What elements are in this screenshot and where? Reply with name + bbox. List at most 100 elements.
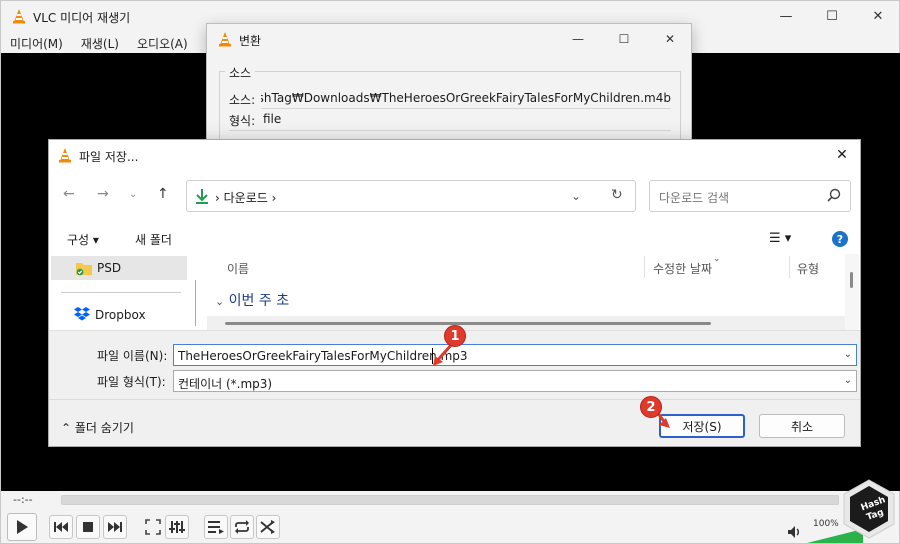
close-button[interactable]: ✕ — [855, 1, 900, 31]
convert-minimize-button[interactable]: — — [555, 24, 601, 54]
horizontal-scrollbar[interactable] — [207, 316, 847, 330]
chevron-down-icon: ⌄ — [215, 295, 225, 308]
menu-media[interactable]: 미디어(M) — [1, 31, 72, 53]
new-folder-button[interactable]: 새 폴더 — [135, 231, 172, 248]
loop-icon — [235, 520, 249, 534]
shuffle-icon — [260, 520, 275, 534]
download-icon — [196, 189, 208, 204]
group-header[interactable]: ⌄ 이번 주 초 — [215, 290, 289, 310]
menu-audio[interactable]: 오디오(A) — [128, 31, 197, 53]
equalizer-icon — [169, 521, 185, 533]
hashtag-logo-icon: Hash Tag — [843, 479, 895, 539]
refresh-icon[interactable]: ↻ — [611, 187, 623, 203]
previous-button[interactable] — [49, 515, 73, 539]
save-dialog-title: 파일 저장... — [79, 150, 139, 164]
navigation-buttons: ← → ⌄ ↑ — [57, 180, 187, 212]
speaker-icon[interactable] — [787, 525, 803, 539]
shuffle-button[interactable] — [256, 515, 280, 539]
elapsed-time: --:-- — [13, 493, 33, 506]
nav-item-label: PSD — [97, 261, 122, 275]
breadcrumb[interactable]: › 다운로드 › — [215, 189, 276, 206]
maximize-button[interactable]: ☐ — [809, 1, 855, 31]
search-icon — [827, 188, 841, 202]
annotation-badge-1: 1 — [444, 325, 466, 347]
caret-down-icon: ▾ — [784, 231, 792, 246]
column-type[interactable]: 유형 — [797, 260, 819, 277]
hide-folders-label: 폴더 숨기기 — [74, 421, 134, 435]
seek-slider[interactable] — [61, 495, 839, 505]
cancel-button[interactable]: 취소 — [759, 414, 845, 438]
up-arrow-icon[interactable]: ↑ — [157, 186, 169, 202]
stop-icon — [83, 522, 93, 532]
source-group-title: 소스 — [225, 64, 256, 81]
save-file-dialog: 파일 저장... ✕ ← → ⌄ ↑ › 다운로드 › ⌄ ↻ 다운로드 검색 … — [48, 139, 861, 447]
format-underline — [229, 130, 671, 131]
scrollbar-thumb[interactable] — [225, 322, 711, 325]
source-underline — [261, 108, 671, 109]
vlc-cone-icon — [13, 9, 25, 24]
stop-button[interactable] — [76, 515, 100, 539]
view-options[interactable]: ☰ ▾ — [769, 231, 791, 246]
filetype-select[interactable]: 컨테이너 (*.mp3) ⌄ — [173, 370, 857, 392]
back-arrow-icon[interactable]: ← — [63, 186, 75, 202]
play-icon — [17, 520, 28, 534]
hide-folders-button[interactable]: ⌃ 폴더 숨기기 — [61, 419, 134, 436]
help-icon[interactable]: ? — [832, 231, 848, 247]
playlist-icon — [208, 521, 224, 534]
column-separator — [789, 256, 790, 278]
play-button[interactable] — [7, 513, 37, 541]
fullscreen-icon — [145, 519, 161, 535]
search-placeholder: 다운로드 검색 — [659, 191, 730, 205]
vlc-window-title: VLC 미디어 재생기 — [33, 11, 131, 25]
convert-maximize-button[interactable]: ☐ — [601, 24, 647, 54]
next-button[interactable] — [103, 515, 127, 539]
extended-settings-button[interactable] — [165, 515, 189, 539]
chevron-up-icon: ⌃ — [61, 421, 72, 435]
menu-playback[interactable]: 재생(L) — [72, 31, 128, 53]
format-label: 형식: — [229, 114, 256, 128]
organize-menu[interactable]: 구성 ▾ — [67, 231, 99, 248]
format-value: file — [263, 112, 282, 126]
filename-chevron-down-icon[interactable]: ⌄ — [844, 349, 852, 360]
filename-value: TheHeroesOrGreekFairyTalesForMyChildren.… — [178, 349, 468, 363]
breadcrumb-downloads[interactable]: 다운로드 — [224, 191, 268, 205]
file-list: 이름 수정한 날짜 ⌄ 유형 ⌄ 이번 주 초 — [207, 254, 847, 330]
sort-chevron-icon: ⌄ — [713, 254, 721, 264]
skip-back-icon — [54, 522, 68, 532]
fullscreen-button[interactable] — [141, 515, 165, 539]
filename-input[interactable]: TheHeroesOrGreekFairyTalesForMyChildren.… — [173, 344, 857, 366]
caret-down-icon: ▾ — [92, 233, 99, 247]
minimize-button[interactable]: — — [763, 1, 809, 31]
address-bar[interactable]: › 다운로드 › ⌄ ↻ — [186, 180, 636, 212]
address-chevron-down-icon[interactable]: ⌄ — [571, 189, 581, 203]
vlc-cone-icon — [59, 148, 71, 163]
organize-label: 구성 — [67, 233, 90, 247]
column-name[interactable]: 이름 — [227, 260, 249, 277]
forward-arrow-icon[interactable]: → — [97, 186, 109, 202]
vlc-cone-icon — [219, 32, 231, 47]
scrollbar-thumb[interactable] — [850, 272, 853, 288]
vertical-scrollbar[interactable] — [845, 254, 859, 330]
footer-divider — [49, 399, 860, 400]
group-header-label: 이번 주 초 — [228, 293, 290, 309]
dropbox-icon — [74, 307, 90, 321]
search-box[interactable]: 다운로드 검색 — [649, 180, 851, 212]
playlist-button[interactable] — [204, 515, 228, 539]
nav-item-dropbox[interactable]: Dropbox — [95, 308, 146, 322]
filetype-label: 파일 형식(T): — [97, 375, 166, 389]
navigation-pane: PSD Dropbox — [49, 254, 199, 330]
nav-item-psd[interactable]: PSD — [51, 256, 187, 280]
filename-label: 파일 이름(N): — [97, 349, 168, 363]
convert-close-button[interactable]: ✕ — [647, 24, 693, 54]
playback-controls: 100% — [1, 511, 900, 543]
annotation-badge-2: 2 — [640, 396, 662, 418]
folder-icon — [76, 263, 92, 276]
filetype-value: 컨테이너 (*.mp3) — [178, 377, 273, 391]
pane-scrollbar — [195, 280, 196, 326]
source-label: 소스: — [229, 93, 256, 107]
nav-divider — [61, 292, 181, 293]
save-dialog-close-button[interactable]: ✕ — [830, 144, 854, 166]
recent-chevron-down-icon[interactable]: ⌄ — [129, 189, 137, 200]
loop-button[interactable] — [230, 515, 254, 539]
column-date-modified[interactable]: 수정한 날짜 — [653, 260, 712, 277]
